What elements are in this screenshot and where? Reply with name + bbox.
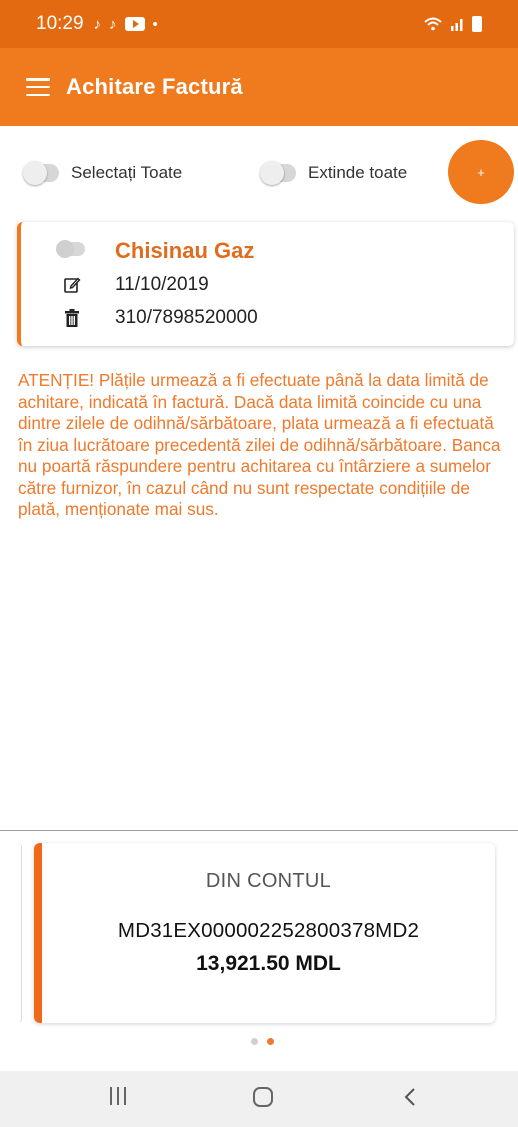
signal-icon [451, 19, 463, 31]
notification-icons: ♪ ♪ • [94, 16, 158, 33]
system-icons [424, 16, 482, 32]
system-nav-bar [0, 1071, 518, 1127]
select-all-label: Selectați Toate [71, 163, 183, 182]
chevron-left-icon [404, 1088, 415, 1106]
invoice-card[interactable]: Chisinau Gaz 11/10/2019 310/7898520000 [17, 222, 514, 346]
tiktok-icon: ♪ [93, 15, 102, 33]
expand-all-toggle[interactable]: Extinde toate [260, 161, 408, 185]
expand-all-switch[interactable] [260, 161, 296, 185]
edit-icon[interactable] [63, 276, 81, 294]
account-label: DIN CONTUL [205, 870, 332, 892]
select-all-switch[interactable] [23, 161, 59, 185]
controls-row: Selectați Toate Extinde toate + [0, 140, 518, 210]
add-button[interactable]: + [448, 140, 514, 204]
page-dot[interactable] [251, 1038, 258, 1045]
account-card[interactable]: DIN CONTUL MD31EX000002252800378MD2 13,9… [34, 843, 495, 1023]
tiktok-icon: ♪ [109, 15, 117, 33]
invoice-date: 11/10/2019 [115, 274, 209, 295]
account-balance: 13,921.50 MDL [196, 952, 341, 975]
invoice-select-toggle[interactable] [56, 240, 85, 261]
status-bar: 10:29 ♪ ♪ • [0, 0, 518, 48]
page-dot-active[interactable] [267, 1038, 274, 1045]
wifi-icon [424, 17, 442, 31]
divider [0, 830, 518, 831]
previous-account-card[interactable] [8, 843, 22, 1023]
trash-icon[interactable] [63, 309, 81, 327]
invoice-date-row: 11/10/2019 [63, 274, 209, 296]
dot-icon: • [152, 15, 158, 33]
recent-apps-button[interactable] [110, 1087, 126, 1105]
youtube-icon [124, 17, 145, 31]
invoice-code-row: 310/7898520000 [63, 307, 258, 329]
account-iban: MD31EX000002252800378MD2 [117, 919, 420, 942]
menu-icon[interactable] [26, 78, 50, 96]
battery-icon [472, 16, 482, 32]
page-indicator [251, 1038, 274, 1045]
expand-all-label: Extinde toate [308, 163, 408, 182]
home-button[interactable] [253, 1087, 273, 1107]
select-all-toggle[interactable]: Selectați Toate [23, 161, 183, 185]
warning-text: ATENȚIE! Plățile urmează a fi efectuate … [18, 370, 501, 519]
app-bar: Achitare Factură [0, 48, 518, 126]
back-button[interactable] [404, 1087, 416, 1112]
page-title: Achitare Factură [66, 74, 243, 99]
status-time: 10:29 [36, 13, 84, 34]
invoice-code: 310/7898520000 [115, 307, 258, 328]
invoice-provider: Chisinau Gaz [115, 238, 255, 263]
